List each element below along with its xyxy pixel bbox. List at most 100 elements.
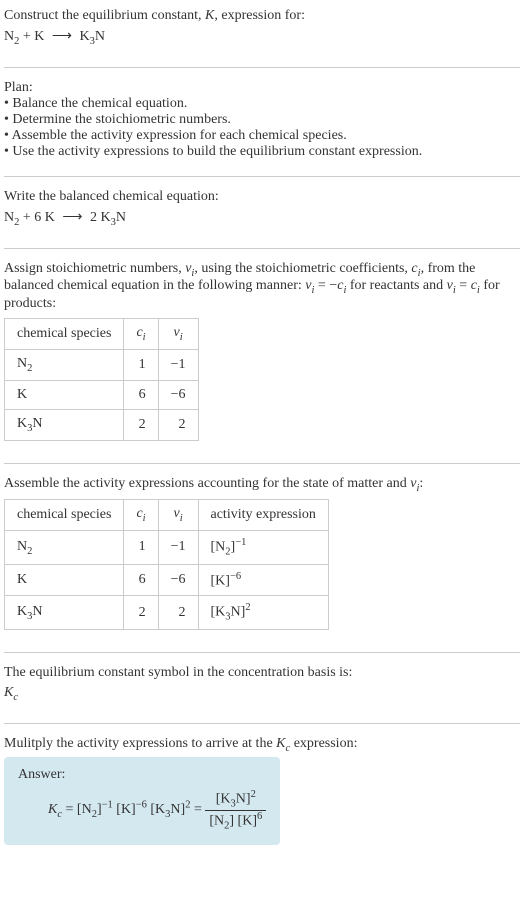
arrow-icon: ⟶ [52, 28, 72, 45]
table-row: K 6 −6 [5, 380, 199, 409]
assemble-section: Assemble the activity expressions accoun… [4, 476, 520, 640]
table-row: K3N 2 2 [K3N]2 [5, 596, 329, 629]
plan-bullet-3: • Assemble the activity expression for e… [4, 128, 520, 144]
balanced-title: Write the balanced chemical equation: [4, 189, 520, 205]
answer-fraction: [K3N]2[N2] [K]6 [205, 789, 266, 831]
assign-t1: Assign stoichiometric numbers, [4, 261, 185, 276]
intro-section: Construct the equilibrium constant, K, e… [4, 8, 520, 55]
divider [4, 176, 520, 177]
cell-activity: [N2]−1 [198, 531, 328, 564]
ans-k: K [48, 803, 57, 818]
assign-t4: for reactants and [346, 278, 446, 293]
sym-k: K [4, 685, 13, 700]
act-c: N] [231, 605, 246, 620]
table-row: K3N 2 2 [5, 409, 199, 440]
bal-rhs: 2 K [86, 210, 110, 225]
cell-species: K [5, 564, 124, 596]
mult-k: K [276, 736, 285, 751]
eq-n2: N [95, 29, 105, 44]
mult-t2: expression: [290, 736, 357, 751]
divider [4, 463, 520, 464]
cell-activity: [K3N]2 [198, 596, 328, 629]
activity-table: chemical species ci νi activity expressi… [4, 499, 329, 629]
cell-nui: −6 [158, 564, 198, 596]
ans-p3: [K] [113, 803, 136, 818]
intro-text: Construct the equilibrium constant, K, e… [4, 8, 520, 24]
th-species: chemical species [5, 500, 124, 531]
eq-k: K [76, 29, 90, 44]
th-c-sub: i [143, 332, 146, 343]
table-row: N2 1 −1 [5, 349, 199, 380]
num-b: N] [236, 792, 251, 807]
cell-nui: −6 [158, 380, 198, 409]
plan-bullet-1: • Balance the chemical equation. [4, 96, 520, 112]
th-nui: νi [158, 500, 198, 531]
act-exp: −1 [235, 537, 246, 548]
th-ci: ci [124, 500, 158, 531]
ans-eq: = [N [62, 803, 92, 818]
arrow-icon: ⟶ [62, 209, 82, 226]
bal-plus: + 6 K [19, 210, 58, 225]
divider [4, 67, 520, 68]
frac-num: [K3N]2 [205, 789, 266, 810]
ans-p5: N] [170, 803, 185, 818]
intro-K: K [205, 8, 214, 23]
act-exp: −6 [230, 571, 241, 582]
stoich-table: chemical species ci νi N2 1 −1 K 6 −6 K3… [4, 318, 199, 440]
assign-section: Assign stoichiometric numbers, νi, using… [4, 261, 520, 451]
assemble-t2: : [419, 476, 423, 491]
multiply-section: Mulitply the activity expressions to arr… [4, 736, 520, 850]
act-exp: 2 [245, 602, 250, 613]
th-ci: ci [124, 319, 158, 350]
den-b: ] [K] [229, 813, 257, 828]
bal-n2: N [116, 210, 126, 225]
plan-bullet-2: • Determine the stoichiometric numbers. [4, 112, 520, 128]
table-header-row: chemical species ci νi [5, 319, 199, 350]
answer-box: Answer: Kc = [N2]−1 [K]−6 [K3N]2 = [K3N]… [4, 757, 280, 845]
th-nu-sub: i [180, 332, 183, 343]
cell-sub: 2 [27, 545, 32, 556]
cell-nui: 2 [158, 409, 198, 440]
cell-species: K [5, 380, 124, 409]
cell-k: K [17, 416, 27, 431]
multiply-text: Mulitply the activity expressions to arr… [4, 736, 520, 754]
cell-ci: 2 [124, 409, 158, 440]
cell-n: N [17, 356, 27, 371]
cell-ci: 6 [124, 380, 158, 409]
table-row: K 6 −6 [K]−6 [5, 564, 329, 596]
mult-t1: Mulitply the activity expressions to arr… [4, 736, 276, 751]
cell-sub: 2 [27, 363, 32, 374]
cell-ci: 6 [124, 564, 158, 596]
frac-den: [N2] [K]6 [205, 811, 266, 831]
cell-ci: 2 [124, 596, 158, 629]
table-header-row: chemical species ci νi activity expressi… [5, 500, 329, 531]
ans-eq2: = [190, 803, 205, 818]
symbol-text: The equilibrium constant symbol in the c… [4, 665, 520, 681]
assemble-t1: Assemble the activity expressions accoun… [4, 476, 410, 491]
cell-species: K3N [5, 409, 124, 440]
balanced-equation: N2 + 6 K ⟶ 2 K3N [4, 209, 520, 228]
plan-bullet-4: • Use the activity expressions to build … [4, 144, 520, 160]
cell-n: N [32, 604, 42, 619]
eq-n: N [4, 29, 14, 44]
th-activity: activity expression [198, 500, 328, 531]
cell-nui: −1 [158, 531, 198, 564]
cell-nui: 2 [158, 596, 198, 629]
cell-k: K [17, 604, 27, 619]
assign-e2c: = [456, 278, 471, 293]
th-c-sub: i [143, 513, 146, 524]
cell-n: N [32, 416, 42, 431]
cell-ci: 1 [124, 531, 158, 564]
eq-plus: + K [19, 29, 48, 44]
ans-e2: −6 [136, 800, 147, 811]
th-species: chemical species [5, 319, 124, 350]
assign-e1c: = − [314, 278, 337, 293]
th-nui: νi [158, 319, 198, 350]
ans-p4: [K [147, 803, 165, 818]
th-nu-sub: i [180, 513, 183, 524]
symbol-kc: Kc [4, 685, 520, 703]
balanced-section: Write the balanced chemical equation: N2… [4, 189, 520, 236]
cell-ci: 1 [124, 349, 158, 380]
assign-text: Assign stoichiometric numbers, νi, using… [4, 261, 520, 313]
act-a: [N [211, 540, 226, 555]
